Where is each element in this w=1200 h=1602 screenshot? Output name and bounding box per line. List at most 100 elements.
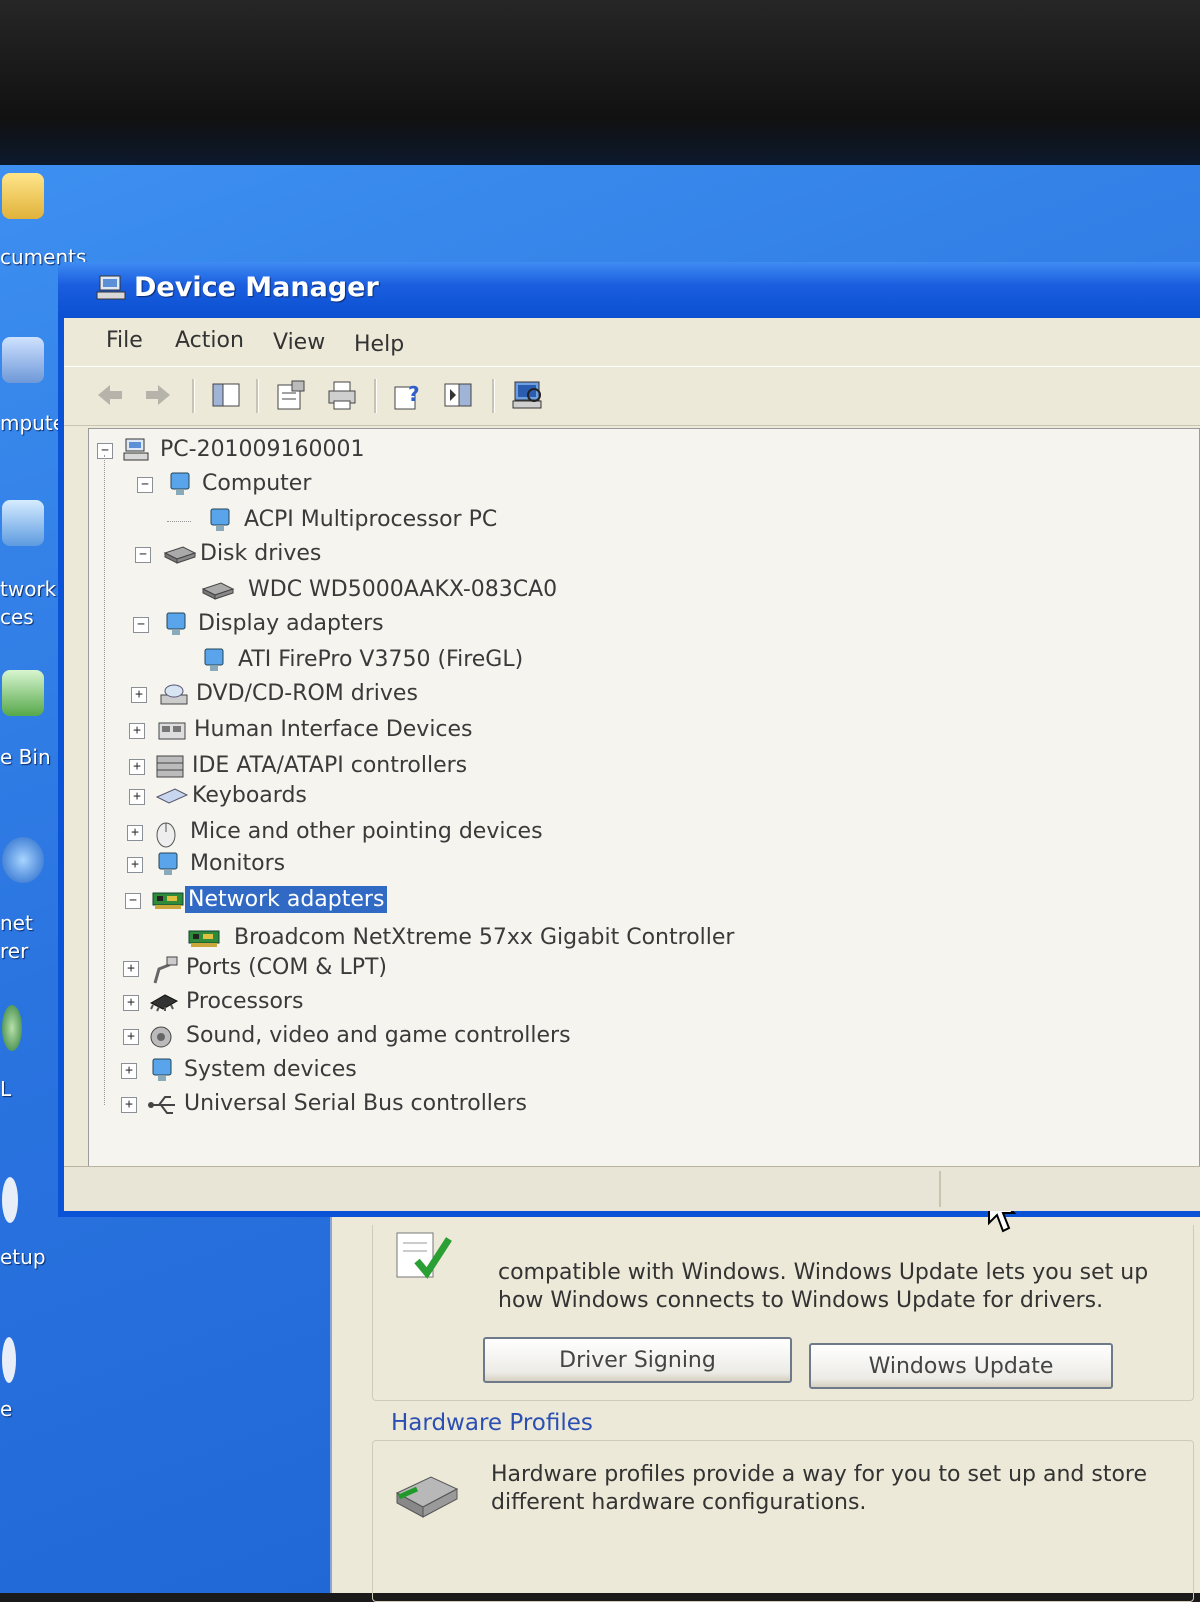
hardware-profiles-description-line: different hardware configurations. [491, 1490, 867, 1515]
expand-toggle[interactable]: + [127, 825, 143, 841]
tree-device-label: WDC WD5000AAKX-083CA0 [248, 577, 558, 602]
app-icon [2, 1337, 16, 1383]
computer-monitor-icon [207, 507, 233, 533]
properties-icon[interactable] [274, 379, 306, 411]
disk-drive-icon [163, 541, 197, 567]
system-device-icon [149, 1057, 175, 1083]
globe-icon [2, 1005, 22, 1051]
hardware-profiles-description-line: Hardware profiles provide a way for you … [491, 1462, 1148, 1487]
tree-category-label: Human Interface Devices [194, 717, 473, 742]
display-adapter-icon [163, 611, 189, 637]
show-hide-tree-icon[interactable] [210, 379, 242, 411]
collapse-toggle[interactable]: − [137, 477, 153, 493]
system-properties-dialog: compatible with Windows. Windows Update … [330, 1215, 1200, 1602]
desktop-icon-label: etup [0, 1245, 46, 1269]
desktop-icon-label: e Bin [0, 745, 51, 769]
svg-text:?: ? [408, 382, 420, 406]
expand-toggle[interactable]: + [129, 723, 145, 739]
tree-category-label: Monitors [190, 851, 286, 876]
network-adapter-icon [151, 887, 184, 913]
tree-category-label: System devices [184, 1057, 357, 1082]
collapse-toggle[interactable]: − [135, 547, 151, 563]
print-icon[interactable] [326, 379, 358, 411]
forward-icon[interactable] [142, 379, 174, 411]
scan-hardware-icon[interactable] [512, 379, 544, 411]
device-manager-icon [96, 274, 126, 302]
menu-bar: File Action View Help [64, 318, 1200, 366]
computer-monitor-icon [167, 471, 193, 497]
expand-toggle[interactable]: + [121, 1097, 137, 1113]
toolbar-separator [374, 379, 377, 413]
desktop-icon-label: net [0, 911, 33, 935]
mouse-icon [153, 819, 179, 848]
console-icon[interactable] [442, 379, 474, 411]
desktop-icon-label: L [0, 1077, 12, 1101]
network-adapter-icon [187, 925, 220, 951]
menu-file[interactable]: File [106, 328, 143, 353]
tree-category-label-selected: Network adapters [185, 886, 388, 913]
tree-device-label: Broadcom NetXtreme 57xx Gigabit Controll… [234, 925, 735, 950]
monitor-bezel [0, 0, 1200, 170]
ide-controller-icon [155, 753, 184, 779]
tree-category-label: Keyboards [192, 783, 307, 808]
tree-category-label: IDE ATA/ATAPI controllers [192, 753, 468, 778]
window-title: Device Manager [134, 272, 379, 303]
tree-category-label: Universal Serial Bus controllers [184, 1091, 527, 1116]
driver-signing-button[interactable]: Driver Signing [483, 1337, 792, 1383]
expand-toggle[interactable]: + [127, 857, 143, 873]
tree-category-label: Processors [186, 989, 304, 1014]
tree-category-label: Computer [202, 471, 312, 496]
usb-icon [147, 1091, 175, 1117]
back-icon[interactable] [94, 379, 126, 411]
menu-action[interactable]: Action [175, 328, 244, 353]
device-manager-window[interactable]: Device Manager File Action View Help ? −… [58, 262, 1200, 1233]
collapse-toggle[interactable]: − [133, 617, 149, 633]
expand-toggle[interactable]: + [129, 759, 145, 775]
driver-signing-icon [395, 1231, 453, 1281]
expand-toggle[interactable]: + [123, 961, 139, 977]
tree-connector [167, 521, 191, 522]
expand-toggle[interactable]: + [123, 1029, 139, 1045]
desktop-icon-label: rer [0, 939, 29, 963]
window-client-area: File Action View Help ? − PC-20100916000… [64, 318, 1200, 1233]
driver-description-line: how Windows connects to Windows Update f… [498, 1288, 1104, 1313]
port-icon [149, 955, 178, 984]
driver-description-line: compatible with Windows. Windows Update … [498, 1260, 1149, 1285]
tree-category-label: Sound, video and game controllers [186, 1023, 571, 1048]
expand-toggle[interactable]: + [123, 995, 139, 1011]
menu-view[interactable]: View [273, 330, 325, 355]
title-bar[interactable]: Device Manager [58, 262, 1200, 318]
expand-toggle[interactable]: + [131, 687, 147, 703]
tree-root-label: PC-201009160001 [160, 437, 365, 462]
desktop-icon-label: ces [0, 605, 34, 629]
desktop-icon-label: twork [0, 577, 57, 601]
folder-icon [2, 173, 44, 219]
network-icon [2, 500, 44, 546]
drivers-group: compatible with Windows. Windows Update … [372, 1225, 1194, 1401]
toolbar-separator [192, 379, 195, 413]
tree-category-label: Display adapters [198, 611, 384, 636]
processor-icon [149, 989, 179, 1015]
device-tree[interactable]: − PC-201009160001 − Computer ACPI Multip… [88, 428, 1200, 1233]
disk-drive-icon [201, 577, 235, 603]
collapse-toggle[interactable]: − [125, 893, 141, 909]
status-bar [64, 1166, 1200, 1211]
hid-icon [157, 717, 186, 743]
display-adapter-icon [201, 647, 227, 673]
keyboard-icon [155, 783, 189, 809]
computer-icon [2, 337, 44, 383]
collapse-toggle[interactable]: − [97, 443, 113, 459]
expand-toggle[interactable]: + [129, 789, 145, 805]
help-icon[interactable]: ? [392, 379, 424, 411]
desktop-icon-label: e [0, 1397, 13, 1421]
tree-category-label: DVD/CD-ROM drives [196, 681, 418, 706]
expand-toggle[interactable]: + [121, 1063, 137, 1079]
computer-icon [123, 437, 149, 463]
menu-help[interactable]: Help [354, 332, 404, 357]
internet-explorer-icon [2, 837, 44, 883]
tree-category-label: Ports (COM & LPT) [186, 955, 387, 980]
windows-update-button[interactable]: Windows Update [809, 1343, 1113, 1389]
recycle-bin-icon [2, 670, 44, 716]
toolbar-separator [492, 379, 495, 413]
hardware-profiles-group: Hardware profiles provide a way for you … [372, 1440, 1194, 1602]
